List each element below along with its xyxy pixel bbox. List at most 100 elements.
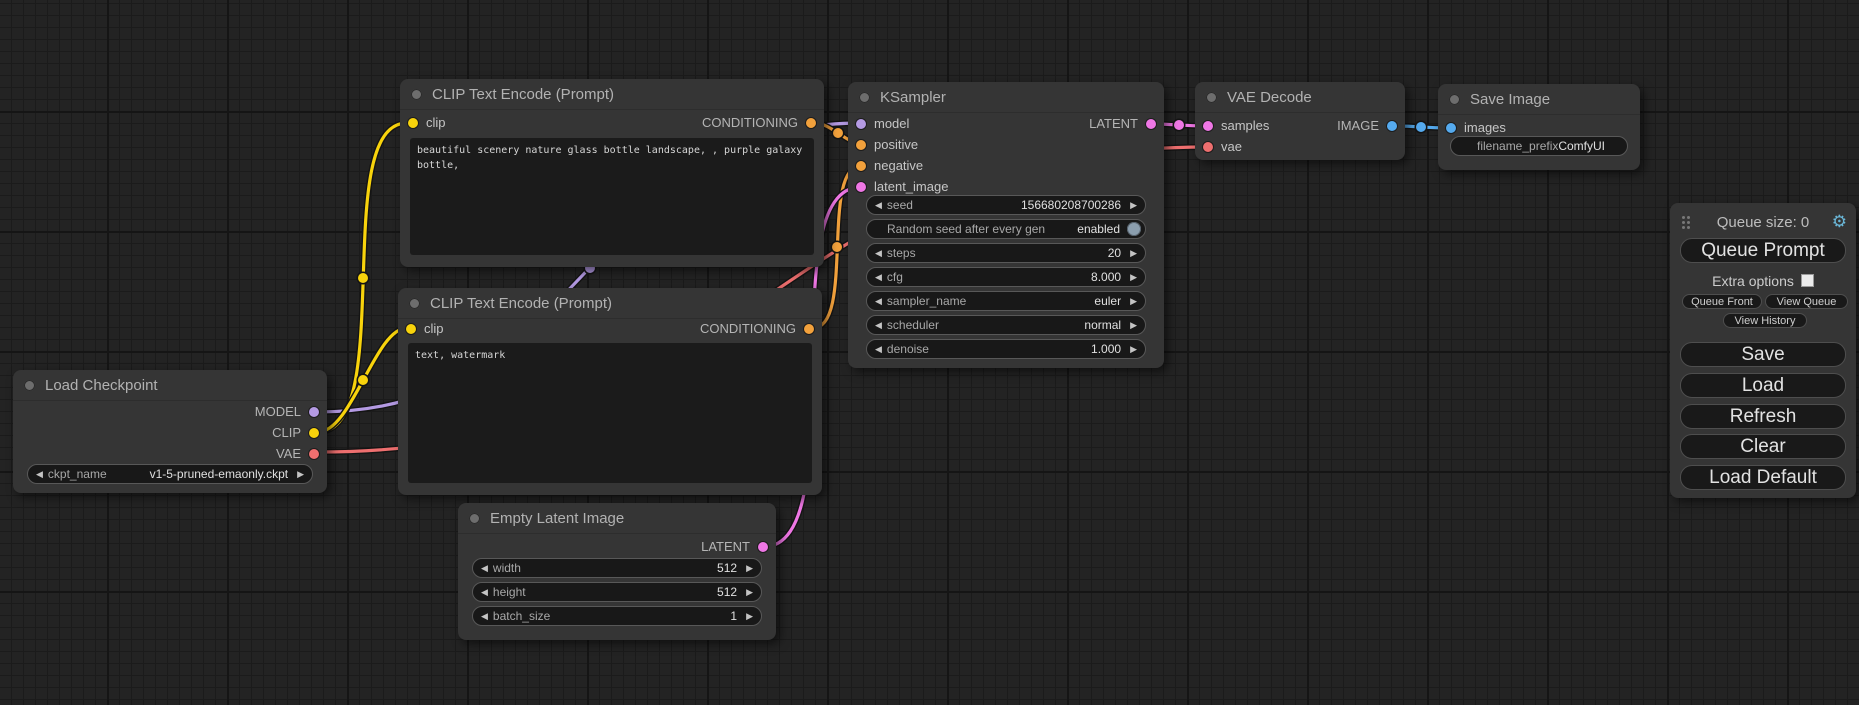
output-latent[interactable]: LATENT — [1036, 113, 1164, 134]
queue-front-button[interactable]: Queue Front — [1682, 294, 1762, 309]
node-title-bar[interactable]: VAE Decode — [1195, 82, 1405, 113]
node-title-bar[interactable]: Load Checkpoint — [13, 370, 327, 401]
left-arrow-icon[interactable]: ◀ — [481, 564, 488, 573]
right-arrow-icon[interactable]: ▶ — [746, 588, 753, 597]
input-images[interactable]: images — [1438, 117, 1640, 138]
conditioning-port-icon[interactable] — [806, 118, 816, 128]
refresh-button[interactable]: Refresh — [1680, 404, 1846, 429]
prompt-textarea[interactable]: beautiful scenery nature glass bottle la… — [410, 138, 814, 255]
output-conditioning[interactable]: CONDITIONING — [700, 321, 814, 336]
left-arrow-icon[interactable]: ◀ — [875, 249, 882, 258]
queue-prompt-button[interactable]: Queue Prompt — [1680, 238, 1846, 263]
right-arrow-icon[interactable]: ▶ — [746, 564, 753, 573]
node-vae-decode[interactable]: VAE Decode samples IMAGE vae — [1195, 82, 1405, 160]
node-title-bar[interactable]: CLIP Text Encode (Prompt) — [400, 79, 824, 110]
right-arrow-icon[interactable]: ▶ — [1130, 321, 1137, 330]
graph-canvas[interactable]: Load Checkpoint MODEL CLIP VAE ◀ ckpt_na… — [0, 0, 1859, 705]
left-arrow-icon[interactable]: ◀ — [875, 201, 882, 210]
batch-size-widget[interactable]: ◀ batch_size 1 ▶ — [472, 606, 762, 626]
collapse-dot-icon[interactable] — [411, 89, 422, 100]
node-title-bar[interactable]: Empty Latent Image — [458, 503, 776, 534]
right-arrow-icon[interactable]: ▶ — [746, 612, 753, 621]
output-latent[interactable]: LATENT — [458, 536, 776, 557]
left-arrow-icon[interactable]: ◀ — [875, 345, 882, 354]
filename-prefix-widget[interactable]: filename_prefix ComfyUI — [1450, 136, 1628, 156]
input-vae[interactable]: vae — [1195, 136, 1405, 157]
left-arrow-icon[interactable]: ◀ — [875, 297, 882, 306]
view-queue-button[interactable]: View Queue — [1765, 294, 1848, 309]
input-clip[interactable]: clip — [408, 115, 446, 130]
output-model[interactable]: MODEL — [13, 401, 327, 422]
input-clip[interactable]: clip — [406, 321, 444, 336]
load-button[interactable]: Load — [1680, 373, 1846, 398]
random-seed-toggle[interactable]: Random seed after every gen enabled — [866, 219, 1146, 239]
conditioning-port-icon[interactable] — [856, 140, 866, 150]
width-widget[interactable]: ◀ width 512 ▶ — [472, 558, 762, 578]
latent-port-icon[interactable] — [758, 542, 768, 552]
cfg-widget[interactable]: ◀ cfg 8.000 ▶ — [866, 267, 1146, 287]
output-image[interactable]: IMAGE — [1337, 118, 1397, 133]
left-arrow-icon[interactable]: ◀ — [875, 321, 882, 330]
output-clip[interactable]: CLIP — [13, 422, 327, 443]
denoise-widget[interactable]: ◀ denoise 1.000 ▶ — [866, 339, 1146, 359]
view-history-button[interactable]: View History — [1723, 313, 1807, 328]
node-ksampler[interactable]: KSampler model positive negative latent_… — [848, 82, 1164, 368]
collapse-dot-icon[interactable] — [859, 92, 870, 103]
input-samples[interactable]: samples — [1203, 118, 1269, 133]
image-port-icon[interactable] — [1387, 121, 1397, 131]
node-title-bar[interactable]: KSampler — [848, 82, 1164, 113]
conditioning-port-icon[interactable] — [856, 161, 866, 171]
seed-widget[interactable]: ◀ seed 156680208700286 ▶ — [866, 195, 1146, 215]
clip-port-icon[interactable] — [408, 118, 418, 128]
node-clip-text-encode-positive[interactable]: CLIP Text Encode (Prompt) clip CONDITION… — [400, 79, 824, 267]
ckpt-name-widget[interactable]: ◀ ckpt_name v1-5-pruned-emaonly.ckpt ▶ — [27, 464, 313, 484]
latent-port-icon[interactable] — [1203, 121, 1213, 131]
latent-port-icon[interactable] — [1146, 119, 1156, 129]
collapse-dot-icon[interactable] — [409, 298, 420, 309]
node-empty-latent-image[interactable]: Empty Latent Image LATENT ◀ width 512 ▶ … — [458, 503, 776, 640]
node-save-image[interactable]: Save Image images filename_prefix ComfyU… — [1438, 84, 1640, 170]
settings-gear-icon[interactable]: ⚙ — [1832, 211, 1847, 233]
save-button[interactable]: Save — [1680, 342, 1846, 367]
model-port-icon[interactable] — [856, 119, 866, 129]
prompt-textarea[interactable]: text, watermark — [408, 343, 812, 483]
image-port-icon[interactable] — [1446, 123, 1456, 133]
left-arrow-icon[interactable]: ◀ — [875, 273, 882, 282]
output-vae[interactable]: VAE — [13, 443, 327, 464]
clip-port-icon[interactable] — [309, 428, 319, 438]
right-arrow-icon[interactable]: ▶ — [1130, 297, 1137, 306]
node-load-checkpoint[interactable]: Load Checkpoint MODEL CLIP VAE ◀ ckpt_na… — [13, 370, 327, 493]
right-arrow-icon[interactable]: ▶ — [1130, 249, 1137, 258]
steps-widget[interactable]: ◀ steps 20 ▶ — [866, 243, 1146, 263]
node-title-bar[interactable]: Save Image — [1438, 84, 1640, 115]
collapse-dot-icon[interactable] — [469, 513, 480, 524]
input-latent-image[interactable]: latent_image — [848, 176, 1164, 197]
sampler-name-widget[interactable]: ◀ sampler_name euler ▶ — [866, 291, 1146, 311]
conditioning-port-icon[interactable] — [804, 324, 814, 334]
right-arrow-icon[interactable]: ▶ — [1130, 201, 1137, 210]
collapse-dot-icon[interactable] — [1449, 94, 1460, 105]
node-clip-text-encode-negative[interactable]: CLIP Text Encode (Prompt) clip CONDITION… — [398, 288, 822, 495]
collapse-dot-icon[interactable] — [1206, 92, 1217, 103]
collapse-dot-icon[interactable] — [24, 380, 35, 391]
input-positive[interactable]: positive — [848, 134, 1164, 155]
extra-options-checkbox[interactable] — [1801, 274, 1814, 287]
model-port-icon[interactable] — [309, 407, 319, 417]
vae-port-icon[interactable] — [309, 449, 319, 459]
vae-port-icon[interactable] — [1203, 142, 1213, 152]
node-title-bar[interactable]: CLIP Text Encode (Prompt) — [398, 288, 822, 319]
right-arrow-icon[interactable]: ▶ — [1130, 273, 1137, 282]
right-arrow-icon[interactable]: ▶ — [1130, 345, 1137, 354]
right-arrow-icon[interactable]: ▶ — [297, 470, 304, 479]
left-arrow-icon[interactable]: ◀ — [36, 470, 43, 479]
clear-button[interactable]: Clear — [1680, 434, 1846, 459]
input-negative[interactable]: negative — [848, 155, 1164, 176]
toggle-knob-icon[interactable] — [1127, 222, 1141, 236]
clip-port-icon[interactable] — [406, 324, 416, 334]
latent-port-icon[interactable] — [856, 182, 866, 192]
scheduler-widget[interactable]: ◀ scheduler normal ▶ — [866, 315, 1146, 335]
output-conditioning[interactable]: CONDITIONING — [702, 115, 816, 130]
load-default-button[interactable]: Load Default — [1680, 465, 1846, 490]
left-arrow-icon[interactable]: ◀ — [481, 588, 488, 597]
left-arrow-icon[interactable]: ◀ — [481, 612, 488, 621]
